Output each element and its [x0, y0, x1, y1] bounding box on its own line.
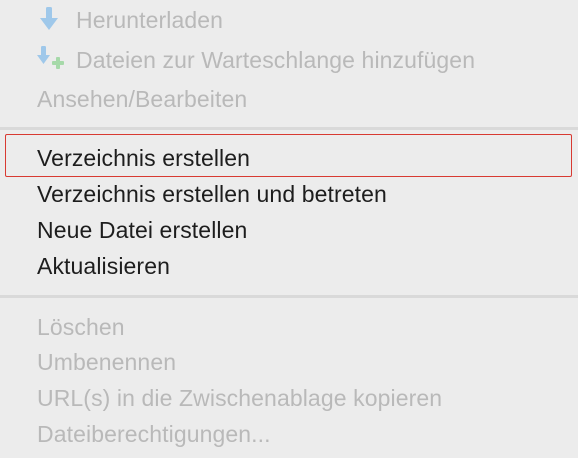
add-to-queue-icon: [37, 46, 64, 69]
menu-separator: [0, 127, 578, 130]
menu-item-rename[interactable]: Umbenennen: [0, 344, 578, 380]
download-arrow-icon: [40, 7, 58, 30]
menu-item-refresh[interactable]: Aktualisieren: [0, 248, 578, 284]
menu-item-file-permissions[interactable]: Dateiberechtigungen...: [0, 416, 578, 452]
menu-item-label: Dateiberechtigungen...: [37, 420, 271, 447]
menu-item-create-file[interactable]: Neue Datei erstellen: [0, 212, 578, 248]
menu-item-view-edit[interactable]: Ansehen/Bearbeiten: [0, 81, 578, 117]
menu-item-label: Herunterladen: [76, 6, 224, 33]
menu-item-label: Verzeichnis erstellen und betreten: [37, 180, 387, 207]
menu-item-create-and-enter-directory[interactable]: Verzeichnis erstellen und betreten: [0, 176, 578, 212]
highlight-box: [5, 134, 572, 177]
menu-item-delete[interactable]: Löschen: [0, 309, 578, 345]
menu-item-copy-urls[interactable]: URL(s) in die Zwischenablage kopieren: [0, 380, 578, 416]
context-menu: Herunterladen Dateien zur Warteschlange …: [0, 0, 578, 458]
menu-item-label: Umbenennen: [37, 348, 177, 375]
menu-separator: [0, 295, 578, 298]
menu-item-label: Löschen: [37, 313, 125, 340]
menu-item-label: URL(s) in die Zwischenablage kopieren: [37, 384, 443, 411]
menu-item-label: Dateien zur Warteschlange hinzufügen: [76, 46, 476, 73]
menu-item-add-to-queue[interactable]: Dateien zur Warteschlange hinzufügen: [0, 42, 578, 78]
menu-item-label: Ansehen/Bearbeiten: [37, 85, 248, 112]
menu-item-label: Aktualisieren: [37, 252, 170, 279]
menu-item-download[interactable]: Herunterladen: [0, 2, 578, 38]
menu-item-label: Neue Datei erstellen: [37, 216, 248, 243]
